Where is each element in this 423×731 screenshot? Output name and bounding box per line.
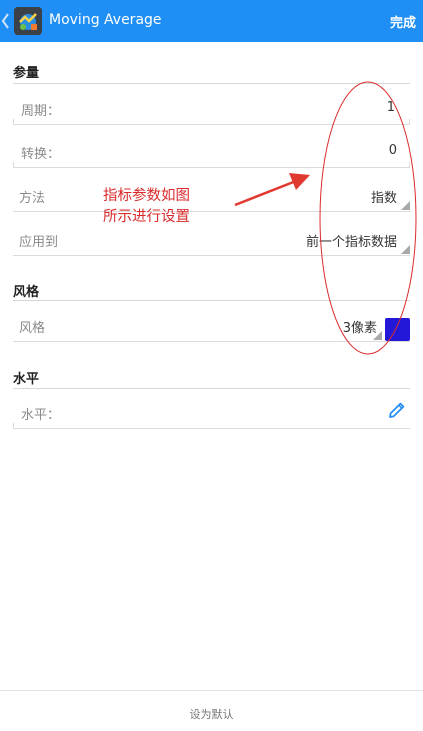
shift-label: 转换：: [21, 147, 61, 162]
field-underline: [13, 124, 410, 125]
shift-field[interactable]: 转换： 0: [13, 134, 410, 168]
period-label: 周期：: [21, 104, 61, 119]
done-button[interactable]: 完成: [390, 12, 416, 31]
field-underline: [13, 341, 410, 342]
method-value[interactable]: 指数: [371, 187, 397, 206]
method-label: 方法: [19, 191, 46, 206]
title-bar: Moving Average 完成: [0, 0, 423, 42]
underline-tick: [409, 119, 410, 125]
field-underline: [13, 255, 410, 256]
section-title-params: 参量: [13, 66, 40, 81]
apply-to-value[interactable]: 前一个指标数据: [306, 231, 397, 250]
annotation-line-1: 指标参数如图: [103, 188, 190, 204]
set-default-button[interactable]: 设为默认: [0, 706, 423, 722]
section-title-levels: 水平: [13, 372, 40, 387]
section-title-style: 风格: [13, 285, 40, 300]
apply-to-label: 应用到: [19, 235, 59, 250]
underline-tick: [13, 423, 14, 429]
annotation-text: 指标参数如图 所示进行设置: [103, 186, 190, 228]
style-label: 风格: [19, 321, 46, 336]
section-divider: [13, 300, 410, 301]
apply-to-select[interactable]: 应用到 前一个指标数据: [13, 222, 410, 256]
dropdown-caret-icon[interactable]: [401, 245, 410, 254]
chevron-left-icon[interactable]: [1, 11, 11, 31]
dropdown-caret-icon[interactable]: [401, 201, 410, 210]
shift-value[interactable]: 0: [389, 143, 397, 158]
style-select[interactable]: 风格 3像素: [13, 308, 410, 342]
style-value[interactable]: 3像素: [343, 317, 377, 336]
dropdown-caret-icon[interactable]: [373, 331, 382, 340]
section-divider: [13, 83, 410, 84]
page-title: Moving Average: [49, 12, 162, 28]
field-underline: [13, 428, 410, 429]
app-logo-icon: [14, 7, 42, 35]
underline-tick: [13, 162, 14, 168]
pencil-icon[interactable]: [387, 400, 407, 420]
field-underline: [13, 167, 410, 168]
period-value[interactable]: 1: [387, 100, 395, 115]
color-swatch-button[interactable]: [385, 318, 410, 341]
level-field[interactable]: 水平：: [13, 395, 410, 429]
underline-tick: [409, 162, 410, 168]
annotation-line-2: 所示进行设置: [103, 209, 190, 225]
footer-divider: [0, 690, 423, 691]
field-underline: [13, 211, 410, 212]
level-label: 水平：: [21, 408, 61, 423]
period-field[interactable]: 周期： 1: [13, 91, 410, 125]
section-divider: [13, 388, 410, 389]
method-select[interactable]: 方法 指数: [13, 178, 410, 212]
underline-tick: [13, 119, 14, 125]
